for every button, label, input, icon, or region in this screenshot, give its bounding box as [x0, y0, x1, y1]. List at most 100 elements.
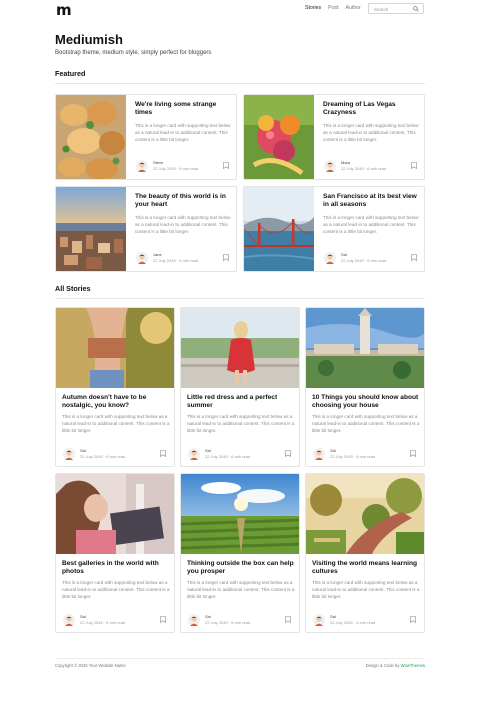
avatar[interactable]: [313, 614, 325, 626]
card-author[interactable]: Sal: [330, 614, 336, 619]
featured-image-city[interactable]: [56, 187, 126, 272]
search-input[interactable]: Search: [368, 3, 424, 14]
footer-credit-prefix: Design & Code by: [365, 663, 400, 668]
featured-card[interactable]: Dreaming of Las Vegas Crazyness This is …: [243, 94, 425, 180]
card-title[interactable]: Dreaming of Las Vegas Crazyness: [323, 101, 421, 117]
card-excerpt: This is a longer card with supporting te…: [62, 414, 170, 433]
footer-divider: [55, 658, 425, 659]
card-meta: 22 July 2045 · 6 min read: [205, 620, 251, 625]
featured-card[interactable]: We're living some strange times This is …: [55, 94, 237, 180]
card-excerpt: This is a longer card with supporting te…: [135, 123, 231, 142]
card-meta: 22 July 2045 · 6 min read: [330, 454, 376, 459]
featured-divider: [55, 83, 425, 84]
featured-image-fruit[interactable]: [244, 95, 314, 180]
footer-credits: Design & Code by WowThemes: [366, 663, 425, 668]
card-title[interactable]: San Francisco at its best view in all se…: [323, 193, 421, 209]
bookmark-icon[interactable]: [411, 254, 417, 261]
card-meta: 22 July 2045 · 6 min read: [330, 620, 376, 625]
featured-image-bridge[interactable]: [244, 187, 314, 272]
card-title[interactable]: Best galleries in the world with photos: [62, 560, 170, 576]
card-meta: 22 July 2045 · 6 min read: [205, 454, 251, 459]
featured-card[interactable]: San Francisco at its best view in all se…: [243, 186, 425, 272]
search-icon[interactable]: [413, 6, 419, 12]
bookmark-icon[interactable]: [411, 162, 417, 169]
bookmark-icon[interactable]: [223, 162, 229, 169]
bookmark-icon[interactable]: [285, 616, 291, 623]
featured-card[interactable]: The beauty of this world is in your hear…: [55, 186, 237, 272]
card-excerpt: This is a longer card with supporting te…: [135, 215, 231, 234]
nav-link-author[interactable]: Author: [346, 5, 361, 11]
bookmark-icon[interactable]: [410, 450, 416, 457]
story-image-laptop[interactable]: [56, 474, 175, 554]
search-placeholder: Search: [374, 6, 389, 12]
card-author[interactable]: Sal: [330, 448, 336, 453]
story-card[interactable]: Visiting the world means learning cultur…: [305, 473, 425, 633]
card-meta: 22 July 2045 · 6 min read: [153, 258, 199, 263]
card-title[interactable]: We're living some strange times: [135, 101, 233, 117]
card-meta: 22 July 2045 · 6 min read: [80, 620, 126, 625]
page-tagline: Bootstrap theme, medium style, simply pe…: [55, 50, 212, 56]
card-title[interactable]: Thinking outside the box can help you pr…: [187, 560, 295, 576]
card-title[interactable]: 10 Things you should know about choosing…: [312, 394, 420, 410]
card-meta: 22 July 2045 · 6 min read: [341, 258, 387, 263]
card-title[interactable]: Autumn doesn't have to be nostalgic, you…: [62, 394, 170, 410]
card-title[interactable]: Visiting the world means learning cultur…: [312, 560, 420, 576]
nav-link-post[interactable]: Post: [328, 5, 338, 11]
featured-image-food[interactable]: [56, 95, 126, 180]
card-meta: 22 July 2045 · 6 min read: [153, 166, 199, 171]
all-stories-heading: All Stories: [55, 284, 91, 293]
card-meta: 22 July 2045 · 6 min read: [341, 166, 387, 171]
bookmark-icon[interactable]: [223, 254, 229, 261]
nav-link-stories[interactable]: Stories: [305, 5, 321, 11]
card-excerpt: This is a longer card with supporting te…: [312, 414, 420, 433]
nav-links: Stories Post Author: [305, 5, 361, 11]
avatar[interactable]: [136, 160, 148, 172]
story-card[interactable]: 10 Things you should know about choosing…: [305, 307, 425, 467]
card-excerpt: This is a longer card with supporting te…: [312, 580, 420, 599]
card-author[interactable]: Sal: [341, 252, 347, 257]
story-image-vineyard[interactable]: [181, 474, 300, 554]
story-card[interactable]: Thinking outside the box can help you pr…: [180, 473, 300, 633]
avatar[interactable]: [63, 448, 75, 460]
story-card[interactable]: Autumn doesn't have to be nostalgic, you…: [55, 307, 175, 467]
bookmark-icon[interactable]: [410, 616, 416, 623]
story-card[interactable]: Best galleries in the world with photos …: [55, 473, 175, 633]
bookmark-icon[interactable]: [160, 616, 166, 623]
avatar[interactable]: [136, 252, 148, 264]
footer-credit-link[interactable]: WowThemes: [401, 663, 425, 668]
card-excerpt: This is a longer card with supporting te…: [187, 414, 295, 433]
card-author[interactable]: Sal: [80, 448, 86, 453]
story-card[interactable]: Little red dress and a perfect summer Th…: [180, 307, 300, 467]
card-excerpt: This is a longer card with supporting te…: [187, 580, 295, 599]
story-image-road[interactable]: [306, 474, 425, 554]
avatar[interactable]: [188, 614, 200, 626]
avatar[interactable]: [313, 448, 325, 460]
page-title: Mediumish: [55, 32, 123, 47]
avatar[interactable]: [324, 252, 336, 264]
story-image-dress[interactable]: [181, 308, 300, 388]
card-author[interactable]: Sal: [205, 448, 211, 453]
card-meta: 22 July 2045 · 6 min read: [80, 454, 126, 459]
card-author[interactable]: Sal: [205, 614, 211, 619]
avatar[interactable]: [63, 614, 75, 626]
story-image-tower[interactable]: [306, 308, 425, 388]
bookmark-icon[interactable]: [285, 450, 291, 457]
featured-heading: Featured: [55, 69, 86, 78]
site-logo[interactable]: m: [56, 1, 72, 19]
navbar: m Stories Post Author Search: [0, 0, 480, 20]
footer-copyright: Copyright © 2045 Your Website Name: [55, 663, 126, 668]
card-excerpt: This is a longer card with supporting te…: [323, 123, 419, 142]
card-excerpt: This is a longer card with supporting te…: [62, 580, 170, 599]
card-author[interactable]: Sal: [80, 614, 86, 619]
all-stories-divider: [55, 298, 425, 299]
bookmark-icon[interactable]: [160, 450, 166, 457]
card-author[interactable]: Mara: [341, 160, 350, 165]
card-author[interactable]: Steve: [153, 160, 163, 165]
card-author[interactable]: Jane: [153, 252, 162, 257]
story-image-autumn[interactable]: [56, 308, 175, 388]
card-excerpt: This is a longer card with supporting te…: [323, 215, 419, 234]
card-title[interactable]: The beauty of this world is in your hear…: [135, 193, 233, 209]
avatar[interactable]: [188, 448, 200, 460]
avatar[interactable]: [324, 160, 336, 172]
card-title[interactable]: Little red dress and a perfect summer: [187, 394, 295, 410]
